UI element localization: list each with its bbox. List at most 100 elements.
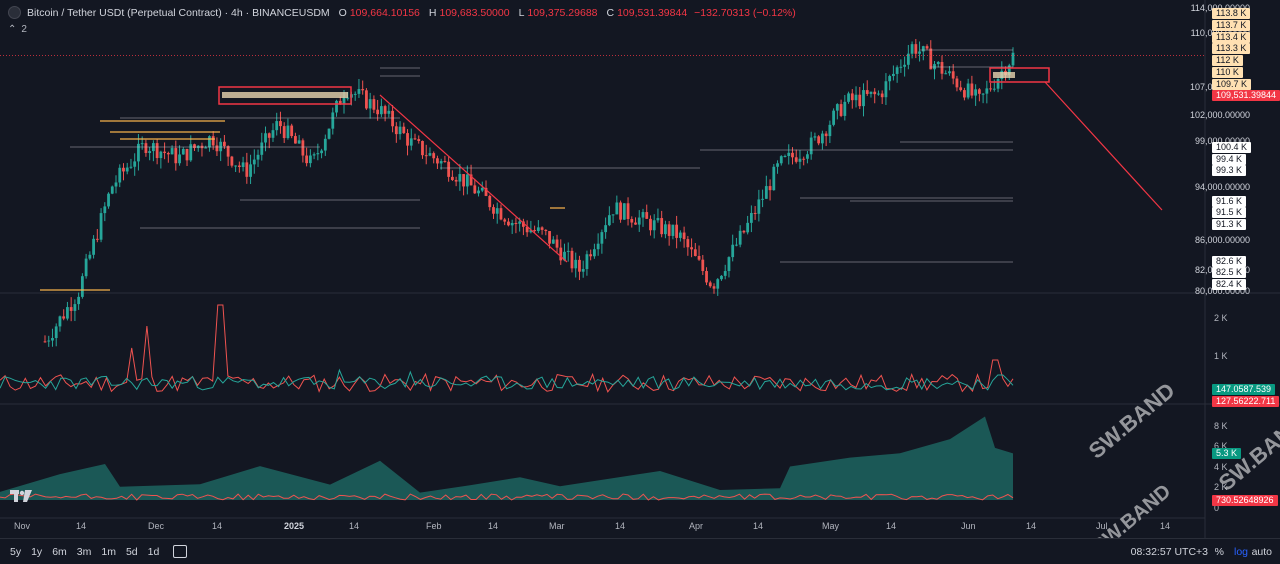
candle xyxy=(742,230,746,233)
candle xyxy=(649,218,652,231)
range-button-3m[interactable]: 3m xyxy=(77,546,92,558)
volume-buy-tag: 147.0587.539 xyxy=(1212,384,1276,395)
indicator-collapse-button[interactable]: ⌃ 2 xyxy=(8,24,27,35)
range-button-6m[interactable]: 6m xyxy=(52,546,67,558)
log-scale-toggle[interactable]: log xyxy=(1234,546,1248,558)
candle xyxy=(776,163,779,167)
highlight-zone xyxy=(993,72,1015,78)
low-value: 109,375.29688 xyxy=(527,6,598,19)
symbol-logo-icon xyxy=(8,6,21,19)
candle xyxy=(862,90,865,107)
candle xyxy=(252,159,256,165)
candle xyxy=(110,186,114,194)
tradingview-logo-icon[interactable] xyxy=(10,488,32,504)
candle xyxy=(974,89,978,96)
candle xyxy=(353,93,357,95)
candle xyxy=(548,231,551,244)
range-button-1y[interactable]: 1y xyxy=(31,546,42,558)
candle xyxy=(865,90,869,94)
candle xyxy=(488,195,492,208)
candle xyxy=(637,217,641,225)
candle xyxy=(368,99,372,109)
candle xyxy=(219,141,223,152)
time-axis-label: 14 xyxy=(615,521,626,531)
calendar-icon[interactable] xyxy=(173,545,188,558)
candle xyxy=(279,121,282,127)
candle xyxy=(746,222,750,233)
candle xyxy=(148,151,152,153)
candle xyxy=(379,106,383,115)
candle xyxy=(137,143,140,162)
range-button-1d[interactable]: 1d xyxy=(148,546,160,558)
candle xyxy=(892,73,895,77)
range-button-5y[interactable]: 5y xyxy=(10,546,21,558)
candle xyxy=(619,202,622,220)
candle xyxy=(806,154,809,159)
candle xyxy=(181,148,185,155)
range-button-5d[interactable]: 5d xyxy=(126,546,138,558)
range-button-1m[interactable]: 1m xyxy=(101,546,116,558)
candle xyxy=(959,87,963,91)
candle xyxy=(398,126,402,135)
time-axis-label: 14 xyxy=(488,521,499,531)
candle xyxy=(417,139,421,141)
clock-time[interactable]: 08:32:57 UTC+3 xyxy=(1131,546,1208,558)
candle xyxy=(574,259,578,269)
candle xyxy=(409,138,413,146)
time-axis-label: 2025 xyxy=(284,521,305,531)
candle xyxy=(267,133,271,138)
delta-scale-label: 8 K xyxy=(1214,421,1228,431)
candle xyxy=(133,161,137,167)
candle xyxy=(686,239,690,248)
candle xyxy=(899,66,903,68)
candle xyxy=(301,140,305,156)
candle xyxy=(873,91,877,95)
auto-scale-toggle[interactable]: auto xyxy=(1252,546,1272,558)
candle xyxy=(365,90,368,109)
level-tag-white: 99.3 K xyxy=(1212,165,1247,176)
candle xyxy=(955,78,959,88)
candle xyxy=(817,136,821,144)
candle xyxy=(275,121,279,131)
candle xyxy=(226,146,230,157)
candle xyxy=(880,93,884,98)
candle xyxy=(809,137,813,155)
level-tag-white: 82.4 K xyxy=(1212,279,1247,290)
level-tag-orange: 113.3 K xyxy=(1212,43,1251,54)
candle xyxy=(222,141,226,147)
open-value: 109,664.10156 xyxy=(349,6,420,19)
candle xyxy=(95,238,99,240)
candle xyxy=(166,152,170,155)
candle xyxy=(159,151,163,159)
candle xyxy=(357,89,361,94)
candle xyxy=(406,133,409,146)
candle xyxy=(925,46,929,49)
candle xyxy=(813,136,817,138)
chart-canvas[interactable] xyxy=(0,0,1280,538)
candle xyxy=(480,187,484,191)
symbol-title[interactable]: Bitcoin / Tether USDt (Perpetual Contrac… xyxy=(27,7,330,19)
bottom-toolbar: 5y 1y 6m 3m 1m 5d 1d 08:32:57 UTC+3 % log auto xyxy=(0,538,1280,564)
candle xyxy=(428,153,432,156)
percent-scale-toggle[interactable]: % xyxy=(1215,546,1224,558)
candle xyxy=(839,104,843,116)
time-axis-label: 14 xyxy=(212,521,223,531)
candle xyxy=(779,156,783,164)
price-scale-label: 86,000.00000 xyxy=(1194,235,1250,245)
candle xyxy=(297,140,301,144)
candle xyxy=(465,174,469,187)
candle xyxy=(835,104,839,111)
candle xyxy=(125,167,129,172)
candle xyxy=(170,148,174,155)
candle xyxy=(622,203,626,220)
candle xyxy=(77,296,81,305)
candle xyxy=(144,143,148,153)
candle xyxy=(47,340,51,342)
range-buttons: 5y 1y 6m 3m 1m 5d 1d xyxy=(0,546,159,558)
high-value: 109,683.50000 xyxy=(439,6,510,19)
candle xyxy=(850,93,854,101)
candle xyxy=(720,275,723,280)
candle xyxy=(963,90,966,98)
level-tag-white: 82.5 K xyxy=(1212,267,1247,278)
candle xyxy=(731,244,735,258)
